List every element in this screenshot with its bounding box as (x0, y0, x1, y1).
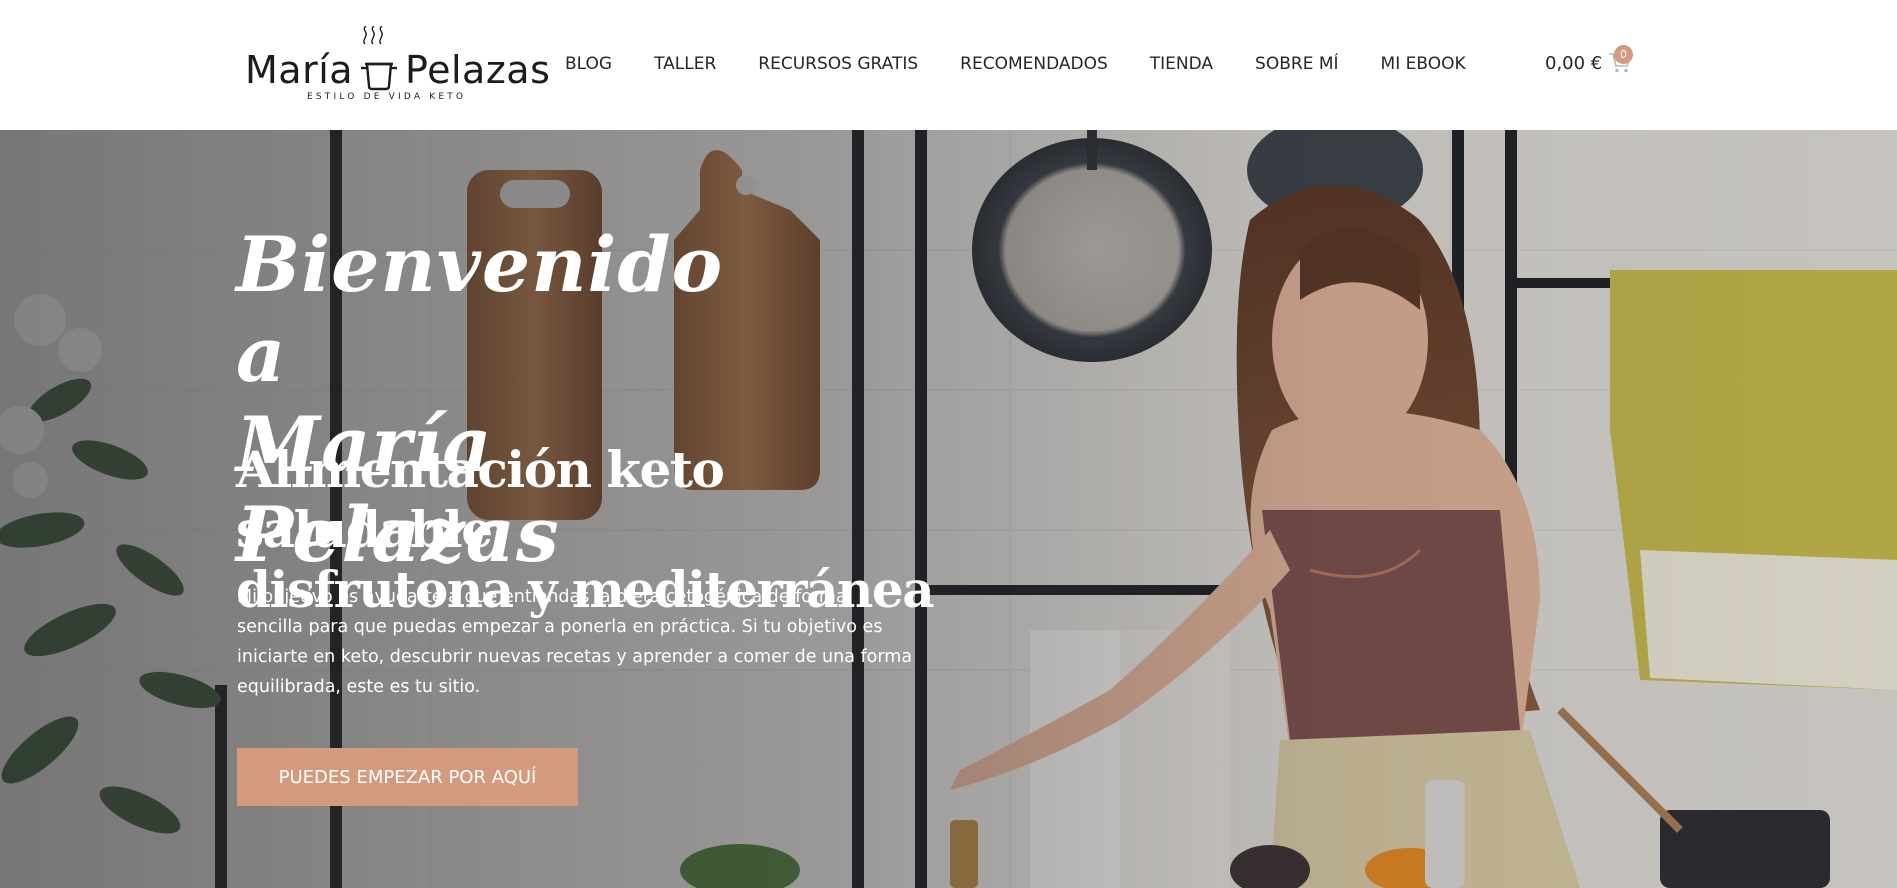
nav-item-tienda[interactable]: TIENDA (1150, 52, 1213, 76)
nav-item-recomendados[interactable]: RECOMENDADOS (960, 52, 1108, 76)
nav-item-taller[interactable]: TALLER (654, 52, 716, 76)
main-nav: BLOG TALLER RECURSOS GRATIS RECOMENDADOS… (565, 52, 1508, 76)
hero-subtitle-line-1: Alimentación keto saludable, (236, 440, 725, 559)
logo-word-right: Pelazas (405, 48, 551, 92)
start-here-button[interactable]: PUEDES EMPEZAR POR AQUÍ (237, 748, 578, 806)
site-logo[interactable]: María Pelazas ESTILO DE VIDA KETO (245, 26, 550, 106)
nav-item-mi-ebook[interactable]: MI EBOOK (1381, 52, 1466, 76)
steam-icon (363, 26, 383, 45)
logo-word-left: María (245, 48, 354, 92)
cart-count-badge: 0 (1614, 45, 1633, 64)
nav-item-sobre-mi[interactable]: SOBRE MÍ (1255, 52, 1338, 76)
nav-item-recursos-gratis[interactable]: RECURSOS GRATIS (758, 52, 918, 76)
hero-title-line-1: Bienvenido a (236, 220, 724, 399)
logo-tagline: ESTILO DE VIDA KETO (307, 92, 467, 102)
hero-description: Mi objetivo es ayudarte a que entiendas … (237, 587, 913, 697)
hero-section: Bienvenido a María Pelazas Alimentación … (0, 130, 1897, 888)
cart-total: 0,00 € (1545, 52, 1603, 74)
pot-icon (359, 48, 399, 92)
site-header: María Pelazas ESTILO DE VIDA KETO BLOG T… (0, 0, 1897, 130)
nav-item-blog[interactable]: BLOG (565, 52, 612, 76)
